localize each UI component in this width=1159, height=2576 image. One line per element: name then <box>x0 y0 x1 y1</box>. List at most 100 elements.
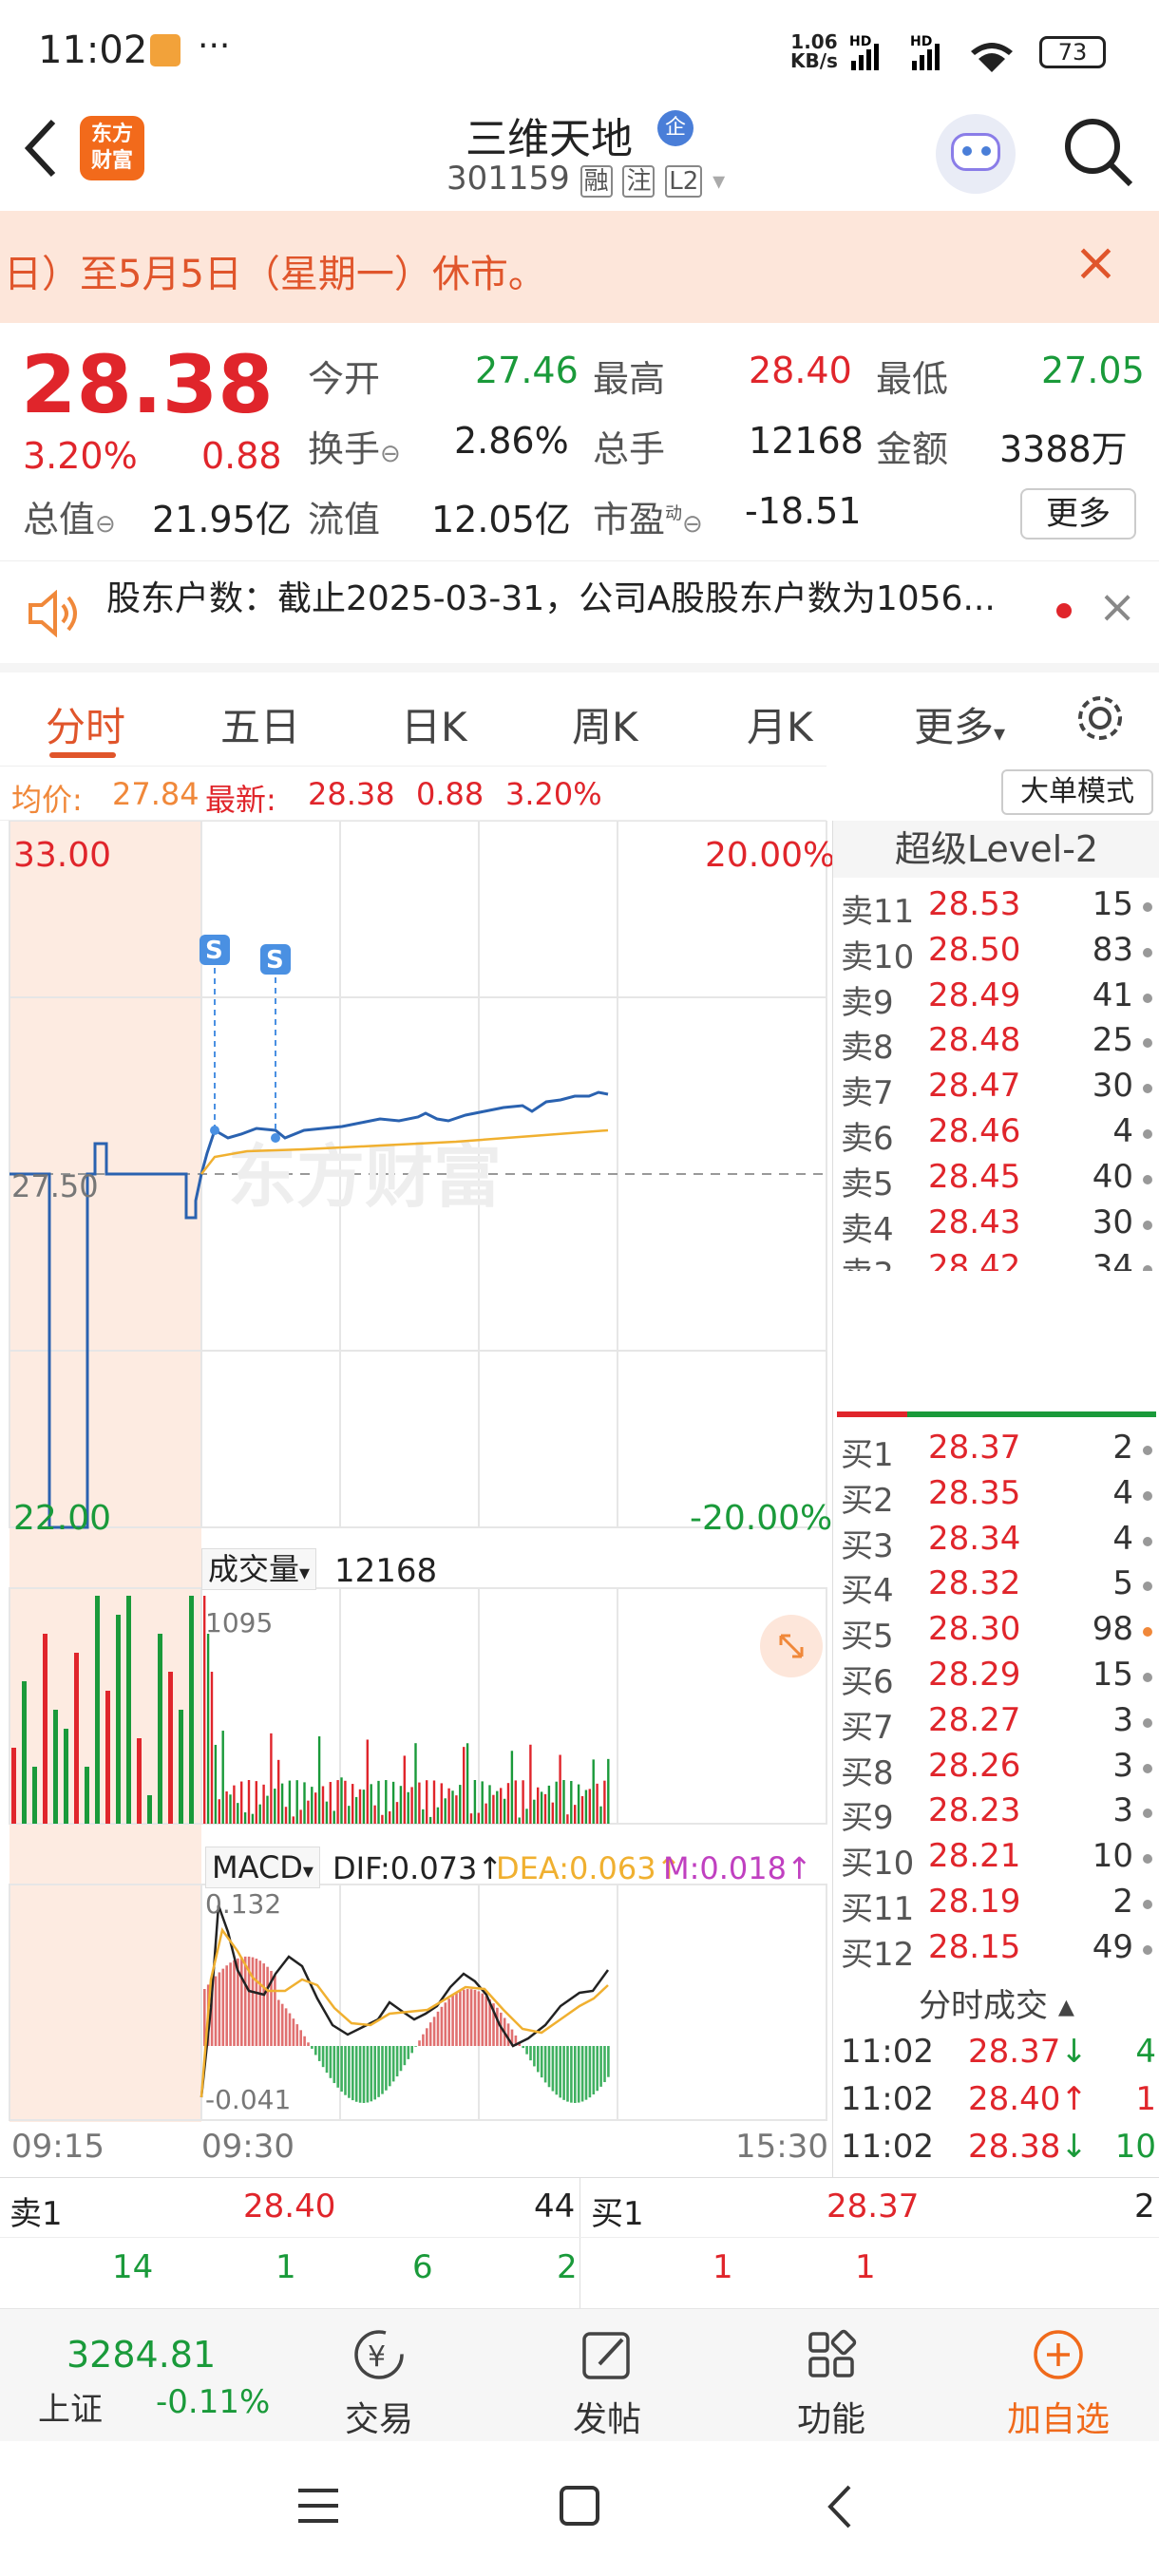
tab-daily-k[interactable]: 日K <box>401 695 467 753</box>
bid-row[interactable]: 买1 28.37 2 <box>833 1429 1159 1474</box>
macd-bar <box>522 2046 524 2049</box>
news-close-icon[interactable]: × <box>1098 580 1136 634</box>
nav-functions[interactable]: 功能 <box>779 2326 884 2441</box>
app-logo[interactable]: 东方 财富 <box>80 116 144 180</box>
ask-row[interactable]: 卖4 28.43 30 <box>833 1203 1159 1249</box>
ask-row[interactable]: 卖9 28.49 41 <box>833 976 1159 1022</box>
index-value: 3284.81 <box>66 2334 217 2376</box>
status-dot <box>1143 1446 1152 1455</box>
ticks-header[interactable]: 分时成交 ▴ <box>833 1979 1159 2033</box>
level2-title[interactable]: 超级Level-2 <box>833 821 1159 878</box>
bid-label: 买9 <box>841 1799 894 1838</box>
bid-label: 买5 <box>841 1618 894 1657</box>
expand-icon[interactable] <box>760 1615 823 1677</box>
ask-price: 28.49 <box>928 975 1021 1014</box>
ask-row[interactable]: 卖11 28.53 15 <box>833 885 1159 931</box>
volume-indicator-select[interactable]: 成交量▾ <box>201 1548 317 1590</box>
bid-row[interactable]: 买10 28.21 10 <box>833 1837 1159 1883</box>
volume-bar <box>340 1777 343 1824</box>
ask-row[interactable]: 卖5 28.45 40 <box>833 1158 1159 1203</box>
bid-volume: 4 <box>1112 1473 1133 1512</box>
queue-sell-label: 卖1 <box>10 2195 63 2233</box>
ask-row[interactable]: 卖8 28.48 25 <box>833 1021 1159 1067</box>
volume-bar <box>596 1783 598 1824</box>
header: 东方 财富 三维天地 企 301159 融 注 L2 ▾ <box>0 104 1159 211</box>
ask-row[interactable]: 卖10 28.50 83 <box>833 931 1159 976</box>
home-icon[interactable] <box>559 2485 600 2527</box>
volume-bar <box>354 1796 358 1824</box>
macd-bar <box>240 1957 243 2046</box>
ticks-list: 11:02 28.37↓ 4 11:02 28.40↑ 1 11:02 28.38↓ 10 <box>833 2033 1159 2175</box>
search-icon[interactable] <box>1062 116 1134 188</box>
bid-label: 买1 <box>841 1436 894 1474</box>
status-dot <box>1143 1717 1152 1728</box>
bid-row[interactable]: 买4 28.32 5 <box>833 1564 1159 1610</box>
bid-row[interactable]: 买11 28.19 2 <box>833 1883 1159 1928</box>
back-nav-icon[interactable] <box>825 2483 853 2530</box>
volume-value: 12168 <box>749 420 864 462</box>
volume-bar <box>543 1793 547 1824</box>
stock-code-row[interactable]: 301159 融 注 L2 ▾ <box>446 160 725 198</box>
more-button[interactable]: 更多 <box>1020 488 1136 540</box>
macd-bar <box>373 2046 376 2100</box>
ask-label: 卖7 <box>841 1074 894 1113</box>
high-value: 28.40 <box>749 350 852 391</box>
bid-row[interactable]: 买2 28.35 4 <box>833 1474 1159 1520</box>
ask-row[interactable]: 卖7 28.47 30 <box>833 1067 1159 1112</box>
bid-row[interactable]: 买7 28.27 3 <box>833 1701 1159 1747</box>
volume-bar <box>492 1794 495 1824</box>
tab-five-day[interactable]: 五日 <box>220 695 300 753</box>
volume-bar <box>237 1803 239 1824</box>
macd-bar <box>459 1991 462 2046</box>
tab-monthly-k[interactable]: 月K <box>747 695 813 753</box>
status-dot <box>1143 1627 1152 1638</box>
ask-volume: 30 <box>1092 1067 1133 1106</box>
ask-row[interactable]: 卖3 28.42 34 <box>833 1248 1159 1271</box>
nav-post[interactable]: 发帖 <box>555 2326 659 2441</box>
close-icon[interactable]: × <box>1074 232 1118 294</box>
big-order-mode-button[interactable]: 大单模式 <box>1001 769 1153 815</box>
gear-icon[interactable] <box>1074 691 1127 745</box>
macd-bar <box>255 1959 258 2046</box>
nav-add-watchlist[interactable]: 加自选 <box>992 2326 1125 2441</box>
bid-row[interactable]: 买12 28.15 49 <box>833 1928 1159 1974</box>
ask-volume: 83 <box>1092 930 1133 969</box>
tick-price: 28.38↓ <box>968 2128 1088 2166</box>
bid-row[interactable]: 买5 28.30 98 <box>833 1610 1159 1656</box>
bid-price: 28.19 <box>928 1883 1021 1921</box>
open-value: 27.46 <box>475 350 579 391</box>
status-dot <box>1143 1944 1152 1955</box>
bid-row[interactable]: 买3 28.34 4 <box>833 1520 1159 1565</box>
tab-more[interactable]: 更多▾ <box>914 695 1005 753</box>
nav-trade[interactable]: ¥ 交易 <box>327 2326 431 2441</box>
volume-bar <box>277 1759 280 1824</box>
volume-bar <box>447 1788 450 1824</box>
bid-row[interactable]: 买8 28.26 3 <box>833 1747 1159 1792</box>
tab-weekly-k[interactable]: 周K <box>572 695 638 753</box>
robot-assistant-icon[interactable] <box>936 114 1016 194</box>
volume-label: 总手 <box>593 428 666 470</box>
macd-bar <box>588 2046 592 2098</box>
macd-bar <box>540 2046 543 2078</box>
tab-intraday[interactable]: 分时 <box>46 695 125 753</box>
macd-indicator-select[interactable]: MACD▾ <box>205 1847 320 1888</box>
index-widget[interactable]: 3284.81 上证 -0.11% <box>0 2309 270 2442</box>
ask-row[interactable]: 卖6 28.46 4 <box>833 1112 1159 1158</box>
ask-label: 卖3 <box>841 1248 894 1271</box>
bid-volume: 3 <box>1112 1746 1133 1785</box>
volume-bar <box>64 1729 68 1824</box>
volume-bar <box>147 1795 152 1824</box>
news-ticker[interactable]: 股东户数：截止2025-03-31，公司A股股东户数为1056... × <box>0 560 1159 663</box>
menu-icon[interactable] <box>296 2487 340 2525</box>
status-dot <box>1143 1220 1152 1230</box>
volume-bar <box>229 1794 232 1824</box>
bid-row[interactable]: 买9 28.23 3 <box>833 1791 1159 1837</box>
volume-bar <box>311 1787 314 1824</box>
macd-bar <box>451 1995 454 2046</box>
news-text: 股东户数：截止2025-03-31，公司A股股东户数为1056... <box>106 579 996 618</box>
macd-bar <box>484 1996 487 2046</box>
back-icon[interactable] <box>21 118 59 179</box>
volume-bar <box>251 1813 255 1824</box>
bid-row[interactable]: 买6 28.29 15 <box>833 1656 1159 1701</box>
volume-bar <box>436 1807 440 1824</box>
